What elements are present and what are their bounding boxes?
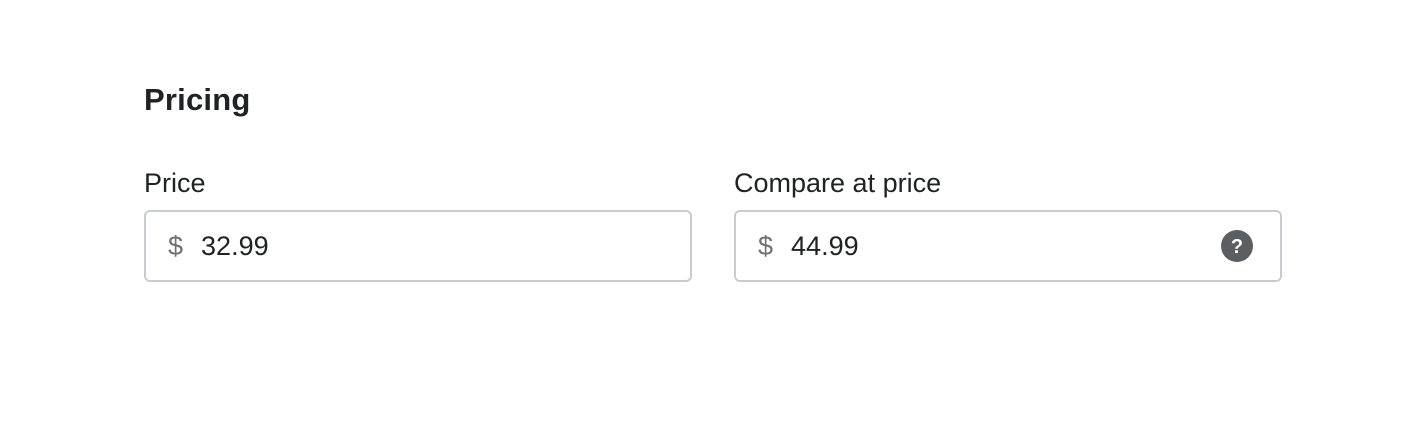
pricing-card: Pricing Price $ Compare at price $ ?	[0, 0, 1418, 424]
price-input-wrapper[interactable]: $	[144, 210, 692, 282]
section-title: Pricing	[144, 82, 251, 117]
compare-at-price-input-wrapper[interactable]: $ ?	[734, 210, 1282, 282]
compare-at-price-input[interactable]	[791, 230, 1172, 262]
compare-at-price-field: Compare at price $ ?	[734, 166, 1282, 282]
currency-prefix: $	[758, 230, 774, 261]
price-field: Price $	[144, 166, 692, 282]
price-label: Price	[144, 168, 206, 198]
compare-at-price-label: Compare at price	[734, 168, 942, 198]
currency-prefix: $	[168, 230, 184, 261]
question-circle-icon[interactable]: ?	[1220, 229, 1254, 263]
price-input[interactable]	[201, 230, 582, 262]
svg-text:?: ?	[1231, 236, 1243, 258]
